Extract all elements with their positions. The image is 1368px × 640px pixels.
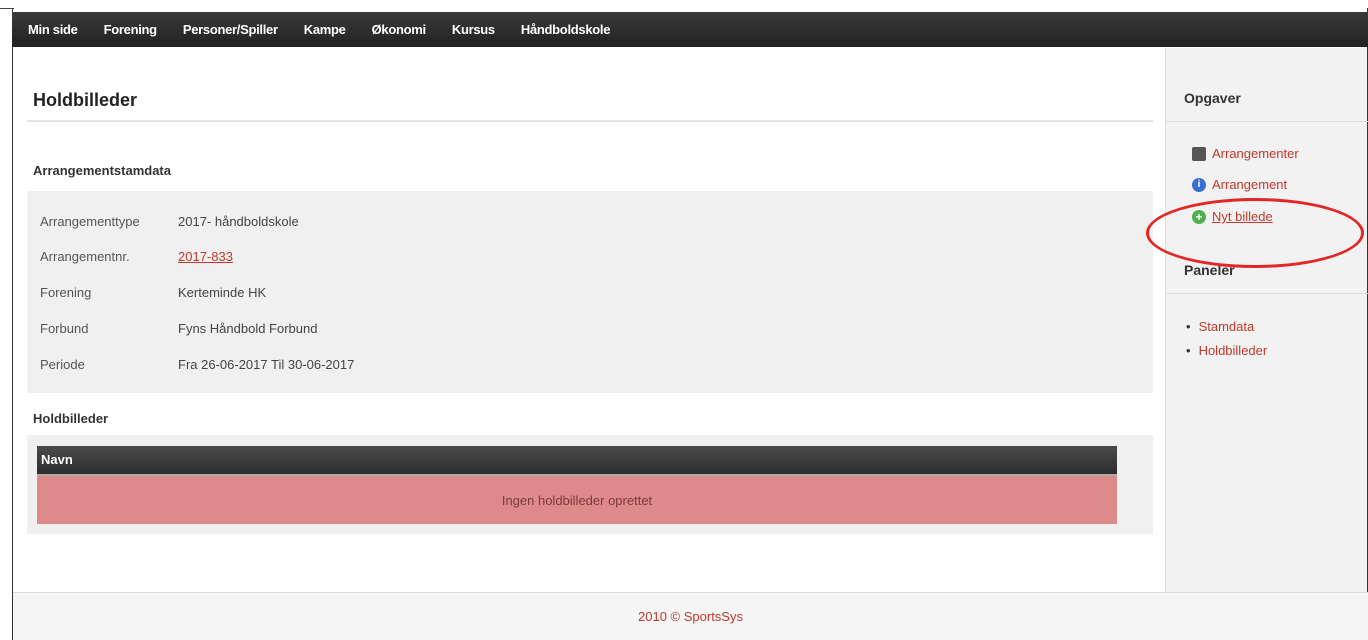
section-heading-stamdata: Arrangementstamdata [33, 163, 171, 178]
table-empty-row: Ingen holdbilleder oprettet [37, 476, 1117, 524]
info-row-type: Arrangementtype 2017- håndboldskole [40, 214, 299, 229]
info-row-period: Periode Fra 26-06-2017 Til 30-06-2017 [40, 357, 354, 372]
nav-item-min-side[interactable]: Min side [28, 22, 78, 37]
app-window: Min side Forening Personer/Spiller Kampe… [0, 0, 1368, 640]
team-photos-table: Navn Ingen holdbilleder oprettet [27, 435, 1153, 534]
panel-item-holdbilleder: Holdbilleder [1186, 343, 1268, 358]
panels-divider [1166, 293, 1368, 294]
section-heading-holdbilleder: Holdbilleder [33, 411, 109, 426]
info-row-club: Forening Kerteminde HK [40, 285, 266, 300]
right-sidebar: Opgaver Arrangementer i Arrangement + Ny… [1165, 48, 1368, 592]
info-value: Fra 26-06-2017 Til 30-06-2017 [178, 357, 355, 372]
task-arrangement[interactable]: i Arrangement [1192, 177, 1287, 192]
info-value: Kerteminde HK [178, 285, 267, 300]
footer-link[interactable]: 2010 © SportsSys [638, 609, 743, 624]
info-value: 2017- håndboldskole [178, 214, 299, 229]
info-label: Arrangementtype [40, 214, 140, 229]
info-label: Arrangementnr. [40, 249, 130, 264]
nav-item-okonomi[interactable]: Økonomi [372, 22, 427, 37]
panel-link[interactable]: Stamdata [1199, 319, 1255, 334]
task-link[interactable]: Arrangement [1212, 177, 1287, 192]
tasks-divider [1166, 121, 1368, 122]
nav-item-kampe[interactable]: Kampe [304, 22, 346, 37]
info-row-number: Arrangementnr. 2017-833 [40, 249, 233, 264]
footer: 2010 © SportsSys [13, 592, 1368, 640]
nav-item-forening[interactable]: Forening [104, 22, 158, 37]
nav-item-personer-spiller[interactable]: Personer/Spiller [183, 22, 278, 37]
info-panel: Arrangementtype 2017- håndboldskole Arra… [27, 191, 1153, 393]
nav-item-kursus[interactable]: Kursus [452, 22, 495, 37]
task-link[interactable]: Arrangementer [1212, 146, 1299, 161]
info-label: Forbund [40, 321, 89, 336]
panels-list: Stamdata Holdbilleder [1186, 319, 1268, 367]
main-content: Holdbilleder Arrangementstamdata Arrange… [13, 48, 1165, 592]
panel-link[interactable]: Holdbilleder [1199, 343, 1268, 358]
info-label: Periode [40, 357, 85, 372]
tasks-title: Opgaver [1184, 90, 1241, 106]
title-divider [27, 120, 1153, 122]
calendar-icon [1192, 146, 1206, 161]
highlight-circle [1146, 198, 1364, 268]
panel-item-stamdata: Stamdata [1186, 319, 1267, 334]
info-row-federation: Forbund Fyns Håndbold Forbund [40, 321, 317, 336]
info-value: Fyns Håndbold Forbund [178, 321, 318, 336]
top-navbar: Min side Forening Personer/Spiller Kampe… [12, 12, 1368, 47]
task-arrangementer[interactable]: Arrangementer [1192, 146, 1299, 161]
event-number-link[interactable]: 2017-833 [178, 249, 233, 264]
nav-item-handboldskole[interactable]: Håndboldskole [521, 22, 611, 37]
page-title: Holdbilleder [33, 90, 138, 110]
info-label: Forening [40, 285, 92, 300]
info-icon: i [1192, 177, 1206, 192]
table-header-name[interactable]: Navn [37, 446, 1117, 476]
